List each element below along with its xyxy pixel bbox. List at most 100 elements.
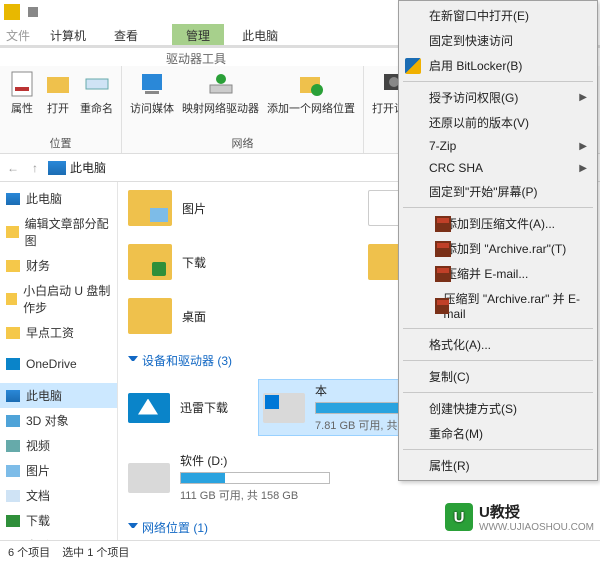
watermark-logo-icon: U bbox=[445, 503, 473, 531]
separator bbox=[403, 360, 593, 361]
ribbon-open-button[interactable]: 打开 bbox=[44, 70, 72, 116]
submenu-arrow-icon: ▶ bbox=[579, 141, 587, 152]
ribbon-properties-button[interactable]: 属性 bbox=[8, 70, 36, 116]
drive-usage-bar bbox=[180, 472, 330, 484]
pc-icon bbox=[6, 390, 20, 402]
submenu-arrow-icon: ▶ bbox=[579, 92, 587, 103]
folder-icon bbox=[6, 260, 20, 272]
cm-7zip[interactable]: 7-Zip▶ bbox=[399, 135, 597, 157]
pc-icon bbox=[6, 193, 20, 205]
music-icon bbox=[6, 540, 20, 541]
pictures-folder-icon bbox=[128, 190, 172, 226]
sidebar-item[interactable]: 小白启动 U 盘制作步 bbox=[0, 278, 117, 320]
downloads-icon bbox=[6, 515, 20, 527]
ribbon-map-drive-button[interactable]: 映射网络驱动器 bbox=[182, 70, 259, 116]
sidebar-item[interactable]: 编辑文章部分配图 bbox=[0, 211, 117, 253]
shield-icon bbox=[405, 58, 421, 74]
sidebar-item[interactable]: 早点工资 bbox=[0, 320, 117, 345]
cm-crc[interactable]: CRC SHA▶ bbox=[399, 157, 597, 179]
context-menu: 在新窗口中打开(E) 固定到快速访问 启用 BitLocker(B) 授予访问权… bbox=[398, 0, 598, 481]
folder-downloads[interactable]: 下载 bbox=[128, 244, 308, 280]
tab-computer[interactable]: 计算机 bbox=[36, 24, 100, 45]
separator bbox=[403, 328, 593, 329]
ribbon-access-media-button[interactable]: 访问媒体 bbox=[130, 70, 174, 116]
sidebar-item[interactable]: 财务 bbox=[0, 253, 117, 278]
up-arrow-icon[interactable]: ↑ bbox=[26, 159, 44, 177]
folder-pictures[interactable]: 图片 bbox=[128, 190, 308, 226]
desktop-folder-icon bbox=[128, 298, 172, 334]
cm-restore-previous[interactable]: 还原以前的版本(V) bbox=[399, 110, 597, 135]
cm-grant-access[interactable]: 授予访问权限(G)▶ bbox=[399, 85, 597, 110]
cm-compress-rar-email[interactable]: 压缩到 "Archive.rar" 并 E-mail bbox=[399, 286, 597, 325]
open-icon bbox=[44, 70, 72, 98]
ribbon-add-location-button[interactable]: 添加一个网络位置 bbox=[267, 70, 355, 116]
sidebar-item[interactable]: 下载 bbox=[0, 508, 117, 533]
downloads-folder-icon bbox=[128, 244, 172, 280]
xunlei-icon bbox=[128, 393, 170, 423]
ribbon-group-network: 访问媒体 映射网络驱动器 添加一个网络位置 网络 bbox=[122, 66, 364, 153]
pc-icon bbox=[48, 161, 66, 175]
separator bbox=[403, 392, 593, 393]
folder-desktop[interactable]: 桌面 bbox=[128, 298, 308, 334]
folder-icon bbox=[6, 293, 17, 305]
cm-bitlocker[interactable]: 启用 BitLocker(B) bbox=[399, 53, 597, 78]
cm-format[interactable]: 格式化(A)... bbox=[399, 332, 597, 357]
sidebar-item[interactable]: 文档 bbox=[0, 483, 117, 508]
ribbon-group-location: 属性 打开 重命名 位置 bbox=[0, 66, 122, 153]
cm-compress-email[interactable]: 压缩并 E-mail... bbox=[399, 261, 597, 286]
tab-manage[interactable]: 管理 bbox=[172, 24, 224, 45]
status-bar: 6 个项目 选中 1 个项目 bbox=[0, 540, 600, 562]
cm-add-rar[interactable]: 添加到 "Archive.rar"(T) bbox=[399, 236, 597, 261]
sidebar-item-this-pc[interactable]: 此电脑 bbox=[0, 383, 117, 408]
cm-properties[interactable]: 属性(R) bbox=[399, 453, 597, 478]
folder-icon bbox=[6, 327, 20, 339]
sidebar-item[interactable]: 音乐 bbox=[0, 533, 117, 540]
rar-icon bbox=[435, 298, 449, 314]
sidebar-item[interactable]: 此电脑 bbox=[0, 186, 117, 211]
drive-icon bbox=[263, 393, 305, 423]
sidebar-item[interactable]: 3D 对象 bbox=[0, 408, 117, 433]
video-icon bbox=[6, 440, 20, 452]
app-icon bbox=[4, 4, 20, 20]
status-item-count: 6 个项目 bbox=[8, 544, 50, 560]
cloud-icon bbox=[6, 358, 20, 370]
rename-icon bbox=[83, 70, 111, 98]
documents-icon bbox=[6, 490, 20, 502]
chevron-down-icon bbox=[128, 356, 138, 366]
quick-access-dropdown-icon[interactable] bbox=[28, 7, 38, 17]
pictures-icon bbox=[6, 465, 20, 477]
properties-icon bbox=[8, 70, 36, 98]
drive-xunlei[interactable]: 迅雷下载 bbox=[128, 379, 228, 436]
status-selected-count: 选中 1 个项目 bbox=[62, 544, 129, 560]
sidebar: 此电脑 编辑文章部分配图 财务 小白启动 U 盘制作步 早点工资 OneDriv… bbox=[0, 182, 118, 540]
cm-pin-start[interactable]: 固定到"开始"屏幕(P) bbox=[399, 179, 597, 204]
tab-file[interactable]: 文件 bbox=[0, 24, 36, 45]
separator bbox=[403, 81, 593, 82]
tab-drive-tools[interactable]: 驱动器工具 bbox=[154, 48, 238, 66]
ribbon-rename-button[interactable]: 重命名 bbox=[80, 70, 113, 116]
cm-rename[interactable]: 重命名(M) bbox=[399, 421, 597, 446]
separator bbox=[403, 449, 593, 450]
drive-icon bbox=[128, 463, 170, 493]
cm-open-new-window[interactable]: 在新窗口中打开(E) bbox=[399, 3, 597, 28]
sidebar-item-onedrive[interactable]: OneDrive bbox=[0, 353, 117, 375]
folder-icon bbox=[6, 226, 19, 238]
back-arrow-icon[interactable]: ← bbox=[4, 159, 22, 177]
rar-icon bbox=[435, 266, 451, 282]
map-drive-icon bbox=[207, 70, 235, 98]
cm-pin-quick[interactable]: 固定到快速访问 bbox=[399, 28, 597, 53]
cm-create-shortcut[interactable]: 创建快捷方式(S) bbox=[399, 396, 597, 421]
watermark: U U教授 WWW.UJIAOSHOU.COM bbox=[445, 501, 594, 533]
cm-add-archive[interactable]: 添加到压缩文件(A)... bbox=[399, 211, 597, 236]
rar-icon bbox=[435, 241, 451, 257]
cm-copy[interactable]: 复制(C) bbox=[399, 364, 597, 389]
tab-view[interactable]: 查看 bbox=[100, 24, 152, 45]
tab-this-pc: 此电脑 bbox=[224, 24, 296, 45]
submenu-arrow-icon: ▶ bbox=[579, 163, 587, 174]
rar-icon bbox=[435, 216, 451, 232]
add-location-icon bbox=[297, 70, 325, 98]
media-icon bbox=[138, 70, 166, 98]
sidebar-item[interactable]: 图片 bbox=[0, 458, 117, 483]
sidebar-item[interactable]: 视频 bbox=[0, 433, 117, 458]
separator bbox=[403, 207, 593, 208]
